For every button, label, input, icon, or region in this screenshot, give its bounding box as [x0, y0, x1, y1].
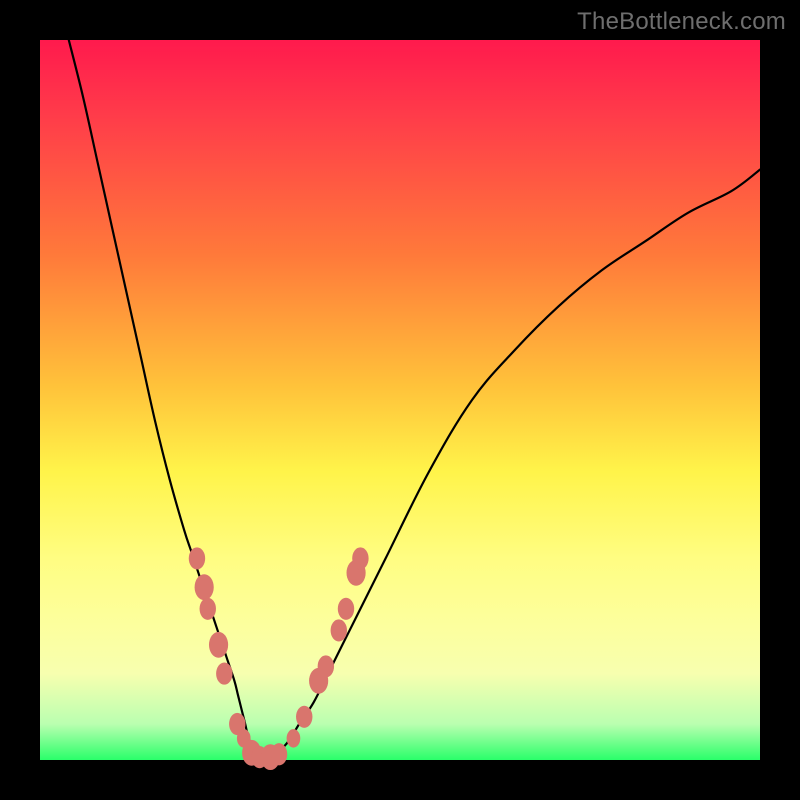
data-marker [318, 655, 334, 677]
data-marker [352, 547, 368, 569]
data-marker [296, 706, 312, 728]
data-marker [216, 663, 232, 685]
right-curve [263, 170, 760, 760]
plot-area [40, 40, 760, 760]
data-marker [195, 574, 214, 600]
data-marker [189, 547, 205, 569]
data-marker [209, 632, 228, 658]
data-marker [338, 598, 354, 620]
marker-group [189, 547, 369, 770]
chart-svg [40, 40, 760, 760]
frame: TheBottleneck.com [0, 0, 800, 800]
data-marker [331, 619, 347, 641]
left-curve [69, 40, 263, 760]
data-marker [287, 729, 301, 747]
data-marker [271, 743, 287, 765]
data-marker [200, 598, 216, 620]
watermark-text: TheBottleneck.com [577, 8, 786, 36]
